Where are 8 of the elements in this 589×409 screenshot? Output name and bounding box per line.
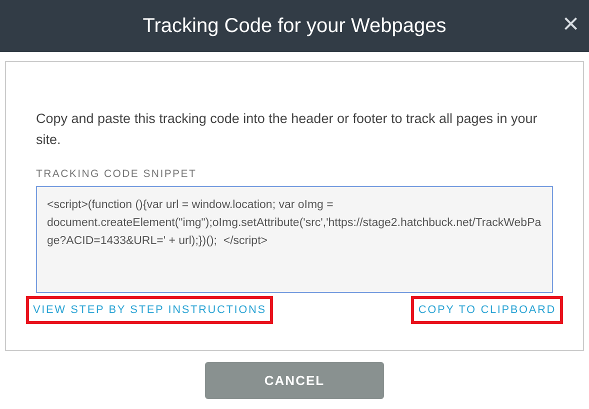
code-field[interactable]: <script>(function (){var url = window.location; var oImg = document.createElement("img");oImg.setAttribute('src','https://stage2.hatchbuck.net/TrackWebPage?ACID=1433&URL=' + url);})(); </script> <box>36 186 553 293</box>
cancel-button[interactable]: CANCEL <box>205 362 384 399</box>
instructions-link[interactable]: VIEW STEP BY STEP INSTRUCTIONS <box>26 296 274 324</box>
copy-link[interactable]: COPY TO CLIPBOARD <box>411 296 563 324</box>
close-button[interactable]: × <box>560 10 581 38</box>
field-label: TRACKING CODE SNIPPET <box>36 168 197 180</box>
window-title: Tracking Code for your Webpages <box>142 14 446 38</box>
instruction-text: Copy and paste this tracking code into the header or footer to track all pages in your site. <box>36 110 538 149</box>
